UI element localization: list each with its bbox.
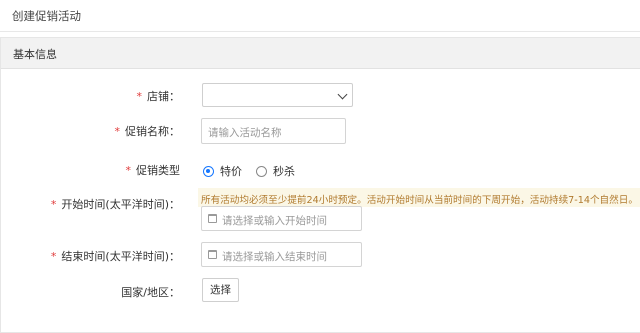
region-label: 国家/地区： bbox=[121, 286, 180, 299]
calendar-icon bbox=[208, 250, 217, 259]
start-time-notice: 所有活动均必须至少提前24小时预定。活动开始时间从当前时间的下周开始，活动持续7… bbox=[198, 188, 640, 207]
option-label: 特价 bbox=[220, 165, 242, 178]
title-divider bbox=[0, 31, 640, 32]
promo-name-label-text: 促销名称： bbox=[125, 125, 180, 138]
store-label-text: 店铺： bbox=[147, 90, 180, 103]
end-time-label: * 结束时间(太平洋时间)： bbox=[51, 248, 180, 264]
required-mark: * bbox=[125, 164, 132, 177]
start-time-input[interactable]: 请选择或输入开始时间 bbox=[201, 206, 362, 231]
required-mark: * bbox=[136, 90, 143, 103]
promo-name-placeholder: 请输入活动名称 bbox=[208, 127, 282, 139]
end-time-placeholder: 请选择或输入结束时间 bbox=[222, 251, 327, 263]
start-time-placeholder: 请选择或输入开始时间 bbox=[222, 215, 327, 227]
panel-header-title: 基本信息 bbox=[13, 48, 57, 61]
basic-info-panel: 基本信息 bbox=[0, 37, 640, 333]
start-time-label-text: 开始时间(太平洋时间)： bbox=[61, 198, 180, 211]
chevron-down-icon bbox=[337, 89, 348, 100]
promo-type-option-special-price[interactable]: 特价 bbox=[203, 163, 242, 179]
calendar-icon bbox=[208, 214, 217, 223]
required-mark: * bbox=[114, 125, 121, 138]
promo-type-label: * 促销类型 bbox=[126, 162, 181, 178]
page-title: 创建促销活动 bbox=[12, 9, 81, 23]
start-time-label: * 开始时间(太平洋时间)： bbox=[51, 196, 180, 212]
promo-type-option-flash-sale[interactable]: 秒杀 bbox=[256, 163, 295, 179]
store-select[interactable] bbox=[202, 83, 353, 107]
end-time-input[interactable]: 请选择或输入结束时间 bbox=[201, 242, 362, 267]
select-region-button[interactable]: 选择 bbox=[202, 278, 239, 302]
option-label: 秒杀 bbox=[273, 165, 295, 178]
promo-type-label-text: 促销类型 bbox=[136, 164, 180, 177]
store-label: * 店铺： bbox=[137, 88, 181, 104]
promo-name-input[interactable]: 请输入活动名称 bbox=[201, 118, 346, 144]
required-mark: * bbox=[50, 198, 57, 211]
radio-unchecked-icon bbox=[256, 165, 267, 177]
promo-name-label: * 促销名称： bbox=[115, 123, 181, 139]
promo-type-radio-group: 特价 秒杀 bbox=[203, 163, 309, 179]
panel-header: 基本信息 bbox=[1, 38, 640, 69]
radio-checked-icon bbox=[203, 165, 214, 177]
end-time-label-text: 结束时间(太平洋时间)： bbox=[61, 250, 180, 263]
required-mark: * bbox=[50, 250, 57, 263]
